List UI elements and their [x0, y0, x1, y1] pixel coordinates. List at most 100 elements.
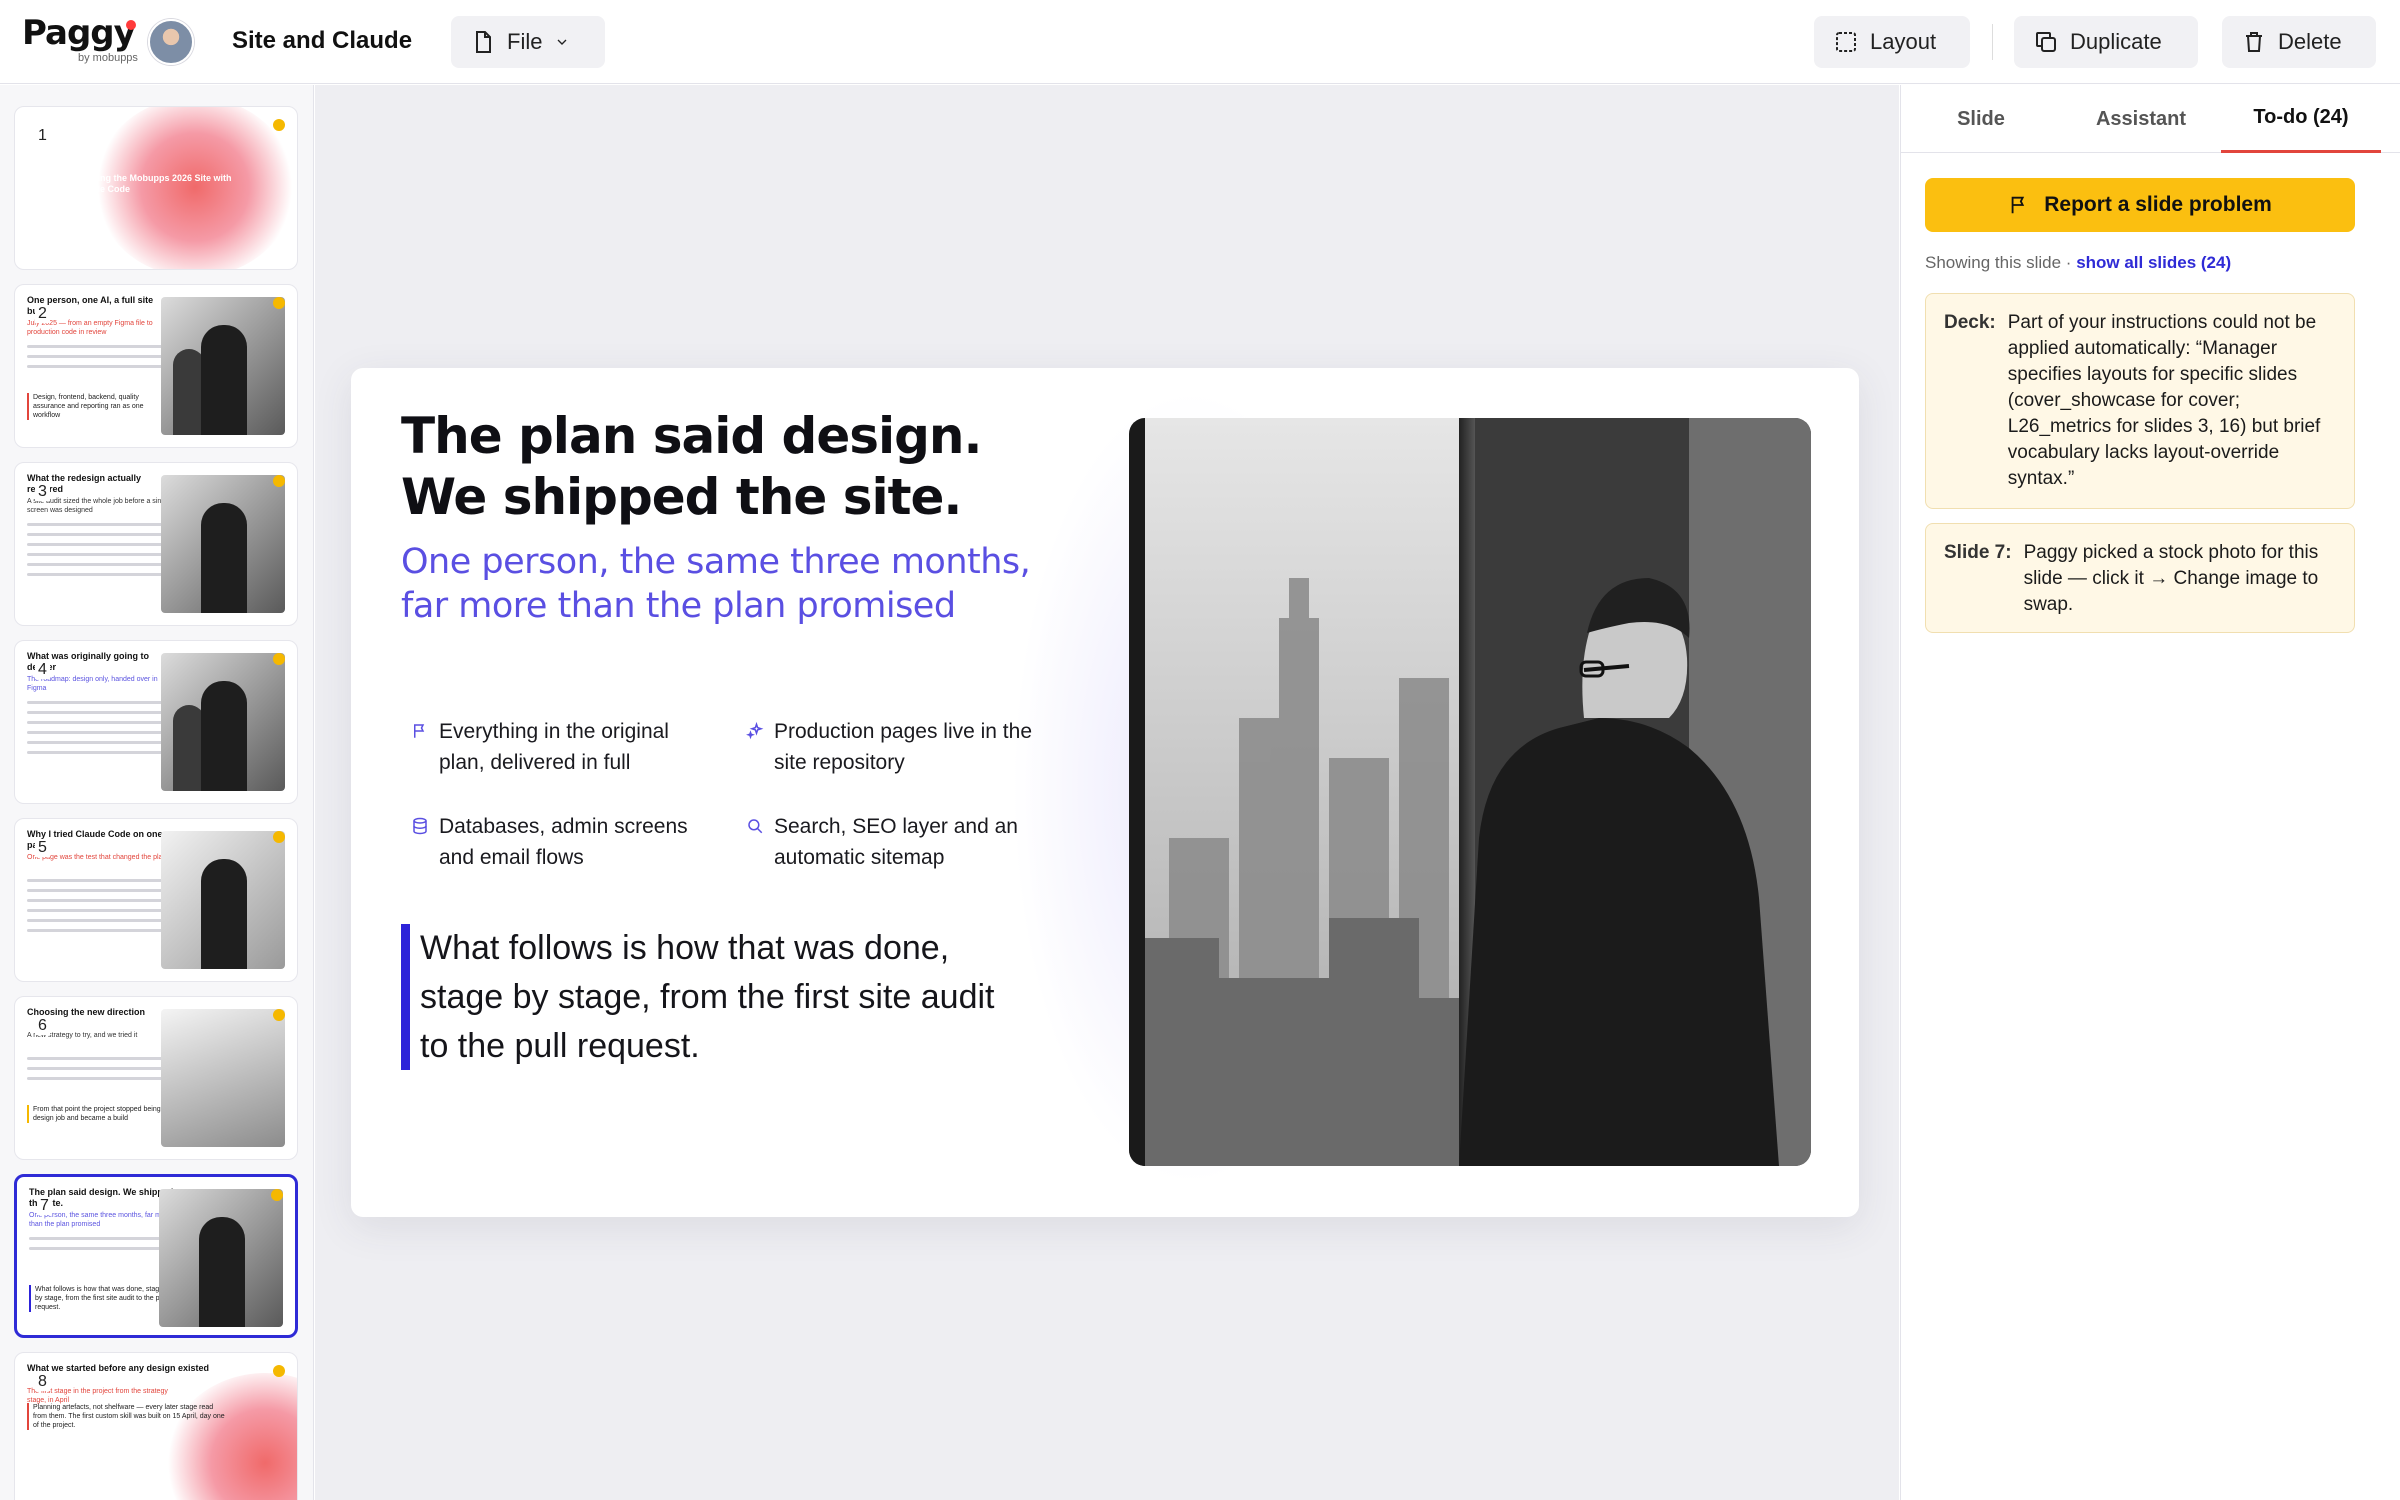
- logo-subtitle: by mobupps: [78, 52, 138, 64]
- bullet-text: Databases, admin screens and email flows: [439, 815, 688, 869]
- thumbnail-number: 5: [35, 839, 50, 857]
- header-divider: [1992, 24, 1993, 60]
- status-dot: [273, 119, 285, 131]
- tab-assistant[interactable]: Assistant: [2061, 85, 2221, 153]
- slide-thumbnail-8[interactable]: What we started before any design existe…: [14, 1352, 298, 1500]
- status-dot: [273, 475, 285, 487]
- cover-gradient: [165, 1373, 297, 1500]
- showing-prefix: Showing this slide ·: [1925, 253, 2077, 272]
- thumbnail-body-lines: [27, 523, 167, 583]
- delete-button[interactable]: Delete: [2222, 16, 2376, 68]
- thumbnail-body-lines: [27, 1057, 167, 1087]
- user-avatar[interactable]: [148, 19, 194, 65]
- thumbnail-body-lines: [27, 345, 167, 375]
- todo-card-label: Slide 7:: [1944, 542, 2012, 563]
- status-dot: [273, 653, 285, 665]
- status-dot: [273, 297, 285, 309]
- layout-label: Layout: [1870, 29, 1937, 54]
- thumbnail-photo: [161, 297, 285, 435]
- thumbnail-title: What we started before any design existe…: [27, 1363, 210, 1373]
- tab-slide[interactable]: Slide: [1901, 85, 2061, 153]
- slide-bullet-3[interactable]: Databases, admin screens and email flows: [411, 811, 711, 873]
- delete-label: Delete: [2278, 29, 2342, 54]
- todo-card-deck[interactable]: Deck: Part of your instructions could no…: [1925, 293, 2355, 509]
- tab-todo[interactable]: To-do (24): [2221, 85, 2381, 153]
- logo-wordmark: Paggy: [22, 13, 136, 53]
- thumbnail-quote: From that point the project stopped bein…: [27, 1105, 167, 1123]
- current-slide[interactable]: The plan said design. We shipped the sit…: [351, 368, 1859, 1217]
- duplicate-icon: [2036, 32, 2056, 52]
- trash-icon: [2246, 32, 2262, 52]
- bullet-text: Everything in the original plan, deliver…: [439, 720, 669, 774]
- slide-stock-photo[interactable]: [1129, 418, 1811, 1166]
- file-icon: [476, 31, 491, 53]
- thumbnail-body-lines: [27, 879, 167, 939]
- thumbnail-quote: Design, frontend, backend, quality assur…: [27, 393, 167, 420]
- document-title[interactable]: Site and Claude: [232, 27, 412, 55]
- slide-thumbnail-5[interactable]: Why I tried Claude Code on one page One …: [14, 818, 298, 982]
- businessman-city-photo: [1129, 418, 1811, 1166]
- thumbnail-photo: [159, 1189, 283, 1327]
- database-icon: [413, 817, 427, 835]
- slide-bullet-4[interactable]: Search, SEO layer and an automatic sitem…: [746, 811, 1046, 873]
- search-icon: [748, 819, 763, 834]
- paggy-logo[interactable]: Paggy by mobupps: [22, 13, 138, 64]
- file-menu-button[interactable]: File: [451, 16, 605, 68]
- slide-thumbnail-3[interactable]: What the redesign actually required A si…: [14, 462, 298, 626]
- thumbnail-quote: What follows is how that was done, stage…: [29, 1285, 169, 1312]
- thumbnail-number: 2: [35, 305, 50, 323]
- slide-subtitle[interactable]: One person, the same three months, far m…: [401, 540, 1081, 628]
- slide-thumbnail-1[interactable]: 1 Building the Mobupps 2026 Site with Cl…: [14, 106, 298, 270]
- file-label: File: [507, 29, 543, 54]
- report-label: Report a slide problem: [2044, 193, 2272, 216]
- todo-card-text: Paggy picked a stock photo for this slid…: [2023, 542, 2319, 615]
- bullet-text: Production pages live in the site reposi…: [774, 720, 1032, 774]
- showing-filter: Showing this slide · show all slides (24…: [1925, 253, 2231, 273]
- slide-thumbnails-sidebar[interactable]: 1 Building the Mobupps 2026 Site with Cl…: [0, 85, 314, 1500]
- todo-card-slide-7[interactable]: Slide 7: Paggy picked a stock photo for …: [1925, 523, 2355, 633]
- slide-thumbnail-6[interactable]: Choosing the new direction A new strateg…: [14, 996, 298, 1160]
- slide-bullet-2[interactable]: Production pages live in the site reposi…: [746, 716, 1046, 778]
- thumbnail-photo: [161, 831, 285, 969]
- status-dot: [273, 831, 285, 843]
- slide-bullet-1[interactable]: Everything in the original plan, deliver…: [411, 716, 711, 778]
- thumbnail-quote: Planning artefacts, not shelfware — ever…: [27, 1403, 227, 1430]
- right-panel: Slide Assistant To-do (24) Report a slid…: [1900, 85, 2400, 1500]
- layout-icon: [1836, 32, 1856, 52]
- slide-thumbnail-7[interactable]: The plan said design. We shipped the sit…: [14, 1174, 298, 1338]
- slide-canvas[interactable]: The plan said design. We shipped the sit…: [315, 85, 1899, 1500]
- slide-quote[interactable]: What follows is how that was done, stage…: [401, 924, 1021, 1070]
- bullet-text: Search, SEO layer and an automatic sitem…: [774, 815, 1018, 869]
- slide-thumbnail-2[interactable]: One person, one AI, a full site build Ju…: [14, 284, 298, 448]
- app-header: Paggy by mobupps Site and Claude File La…: [0, 0, 2400, 84]
- thumbnail-number: 7: [37, 1197, 52, 1215]
- show-all-slides-link[interactable]: show all slides (24): [2076, 253, 2231, 272]
- report-slide-problem-button[interactable]: Report a slide problem: [1925, 178, 2355, 232]
- sparkle-icon: [746, 722, 764, 740]
- thumbnail-number: 6: [35, 1017, 50, 1035]
- panel-tabs: Slide Assistant To-do (24): [1901, 85, 2400, 153]
- chevron-down-icon: [557, 39, 567, 45]
- thumbnail-photo: [161, 475, 285, 613]
- todo-card-text: Part of your instructions could not be a…: [2007, 312, 2321, 489]
- duplicate-label: Duplicate: [2070, 29, 2162, 54]
- status-dot: [273, 1365, 285, 1377]
- flag-icon: [414, 724, 425, 738]
- thumbnail-number: 3: [35, 483, 50, 501]
- slide-thumbnail-4[interactable]: What was originally going to deliver The…: [14, 640, 298, 804]
- thumbnail-number: 4: [35, 661, 50, 679]
- flag-icon: [2011, 196, 2025, 214]
- thumbnail-photo: [161, 1009, 285, 1147]
- thumbnail-photo: [161, 653, 285, 791]
- layout-button[interactable]: Layout: [1814, 16, 1970, 68]
- thumbnail-number: 8: [35, 1373, 50, 1391]
- status-dot: [271, 1189, 283, 1201]
- duplicate-button[interactable]: Duplicate: [2014, 16, 2198, 68]
- thumbnail-body-lines: [27, 701, 167, 761]
- thumbnail-body-lines: [29, 1237, 169, 1257]
- logo-dot: [126, 20, 136, 30]
- todo-card-label: Deck:: [1944, 312, 1996, 333]
- slide-title[interactable]: The plan said design. We shipped the sit…: [401, 406, 1081, 528]
- thumbnail-number: 1: [35, 127, 50, 145]
- status-dot: [273, 1009, 285, 1021]
